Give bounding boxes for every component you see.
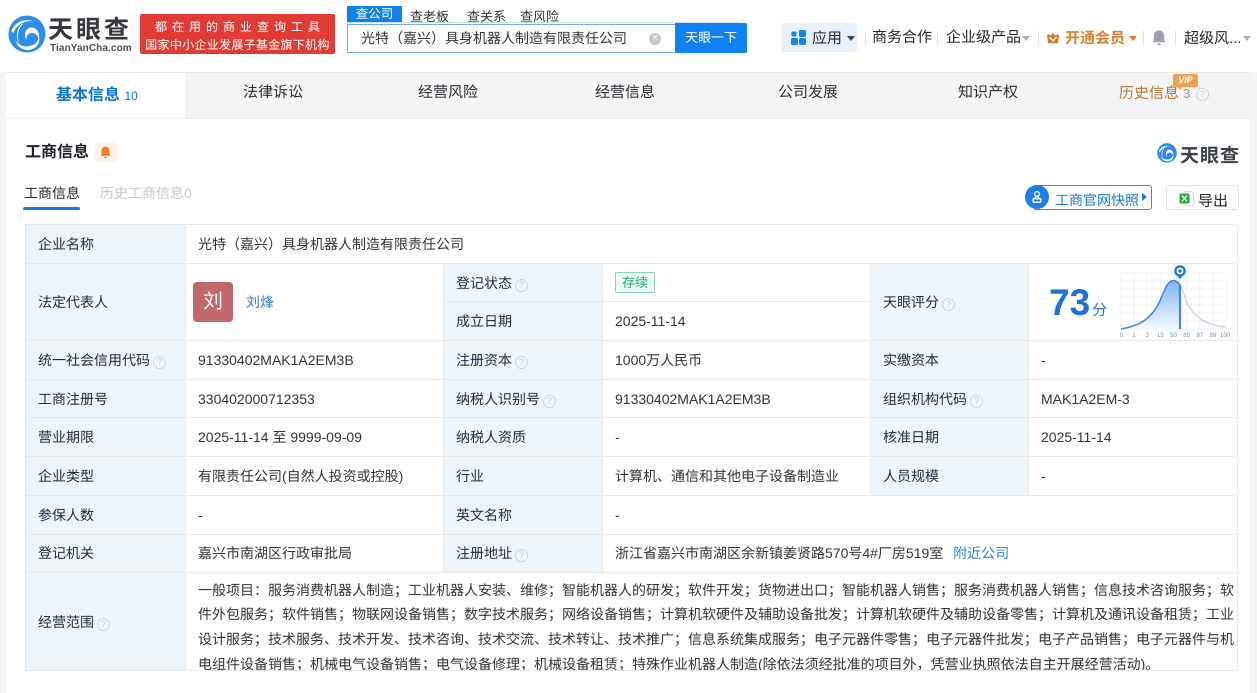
svg-text:3: 3 [1146, 333, 1150, 339]
svg-text:97: 97 [1196, 333, 1203, 339]
svg-text:1: 1 [1132, 333, 1136, 339]
svg-text:99: 99 [1210, 333, 1217, 339]
svg-text:50: 50 [1170, 333, 1177, 339]
svg-text:85: 85 [1183, 333, 1190, 339]
svg-text:15: 15 [1157, 333, 1164, 339]
svg-text:0: 0 [1120, 333, 1124, 339]
svg-text:100: 100 [1220, 333, 1231, 339]
